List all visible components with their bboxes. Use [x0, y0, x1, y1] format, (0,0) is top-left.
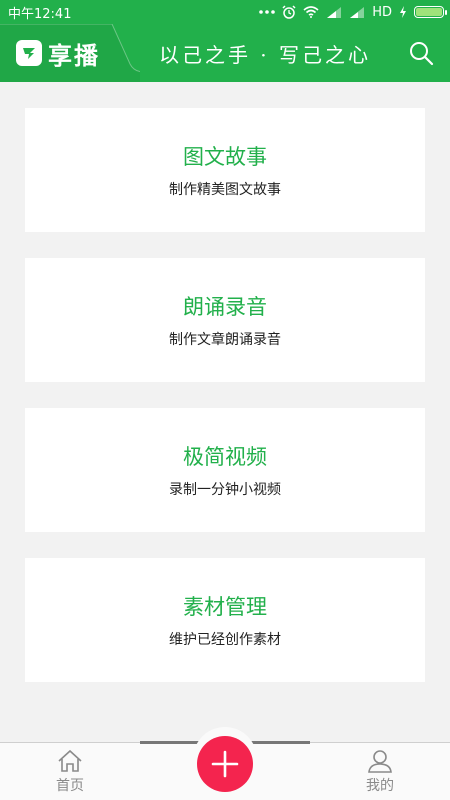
app-name: 享播: [48, 41, 100, 70]
battery-fill: [416, 8, 442, 16]
feature-cards: 图文故事 制作精美图文故事 朗诵录音 制作文章朗诵录音 极简视频 录制一分钟小视…: [25, 108, 425, 708]
status-time: 中午12:41: [8, 6, 72, 22]
app-header: 享播 以己之手 · 写己之心: [0, 24, 450, 82]
status-icons: HD: [259, 4, 447, 20]
card-subtitle: 录制一分钟小视频: [169, 482, 281, 498]
status-bar: 中午12:41 HD: [0, 0, 450, 24]
plus-icon: [211, 750, 239, 778]
wifi-icon: [303, 6, 319, 18]
app-logo-icon: [16, 40, 42, 66]
card-recitation-recording[interactable]: 朗诵录音 制作文章朗诵录音: [25, 258, 425, 382]
card-title: 朗诵录音: [183, 295, 267, 319]
add-button[interactable]: [197, 736, 253, 792]
home-icon: [58, 749, 82, 772]
more-dots-icon: [259, 9, 276, 15]
signal-icon: [326, 6, 342, 18]
user-icon: [368, 750, 392, 773]
nav-mine-label: 我的: [366, 778, 394, 794]
nav-home-label: 首页: [56, 778, 84, 794]
card-material-management[interactable]: 素材管理 维护已经创作素材: [25, 558, 425, 682]
search-button[interactable]: [406, 38, 436, 68]
search-icon: [410, 42, 434, 66]
card-subtitle: 制作精美图文故事: [169, 182, 281, 198]
battery-icon: [414, 6, 447, 18]
app-logo: 享播: [0, 24, 135, 82]
header-tagline: 以己之手 · 写己之心: [158, 42, 372, 67]
network-type: HD: [372, 4, 392, 20]
charging-icon: [399, 6, 407, 18]
alarm-icon: [282, 5, 296, 19]
nav-home[interactable]: 首页: [40, 749, 100, 799]
app-screen: 中午12:41 HD 享播 以己之手 · 写己之心 图文故事 制作精美图文故事 …: [0, 0, 450, 800]
card-illustrated-story[interactable]: 图文故事 制作精美图文故事: [25, 108, 425, 232]
card-title: 素材管理: [183, 595, 267, 619]
card-title: 图文故事: [183, 145, 267, 169]
card-minimal-video[interactable]: 极简视频 录制一分钟小视频: [25, 408, 425, 532]
card-subtitle: 维护已经创作素材: [169, 632, 281, 648]
card-title: 极简视频: [183, 445, 267, 469]
card-subtitle: 制作文章朗诵录音: [169, 332, 281, 348]
signal-icon-2: [349, 6, 365, 18]
nav-mine[interactable]: 我的: [350, 749, 410, 799]
